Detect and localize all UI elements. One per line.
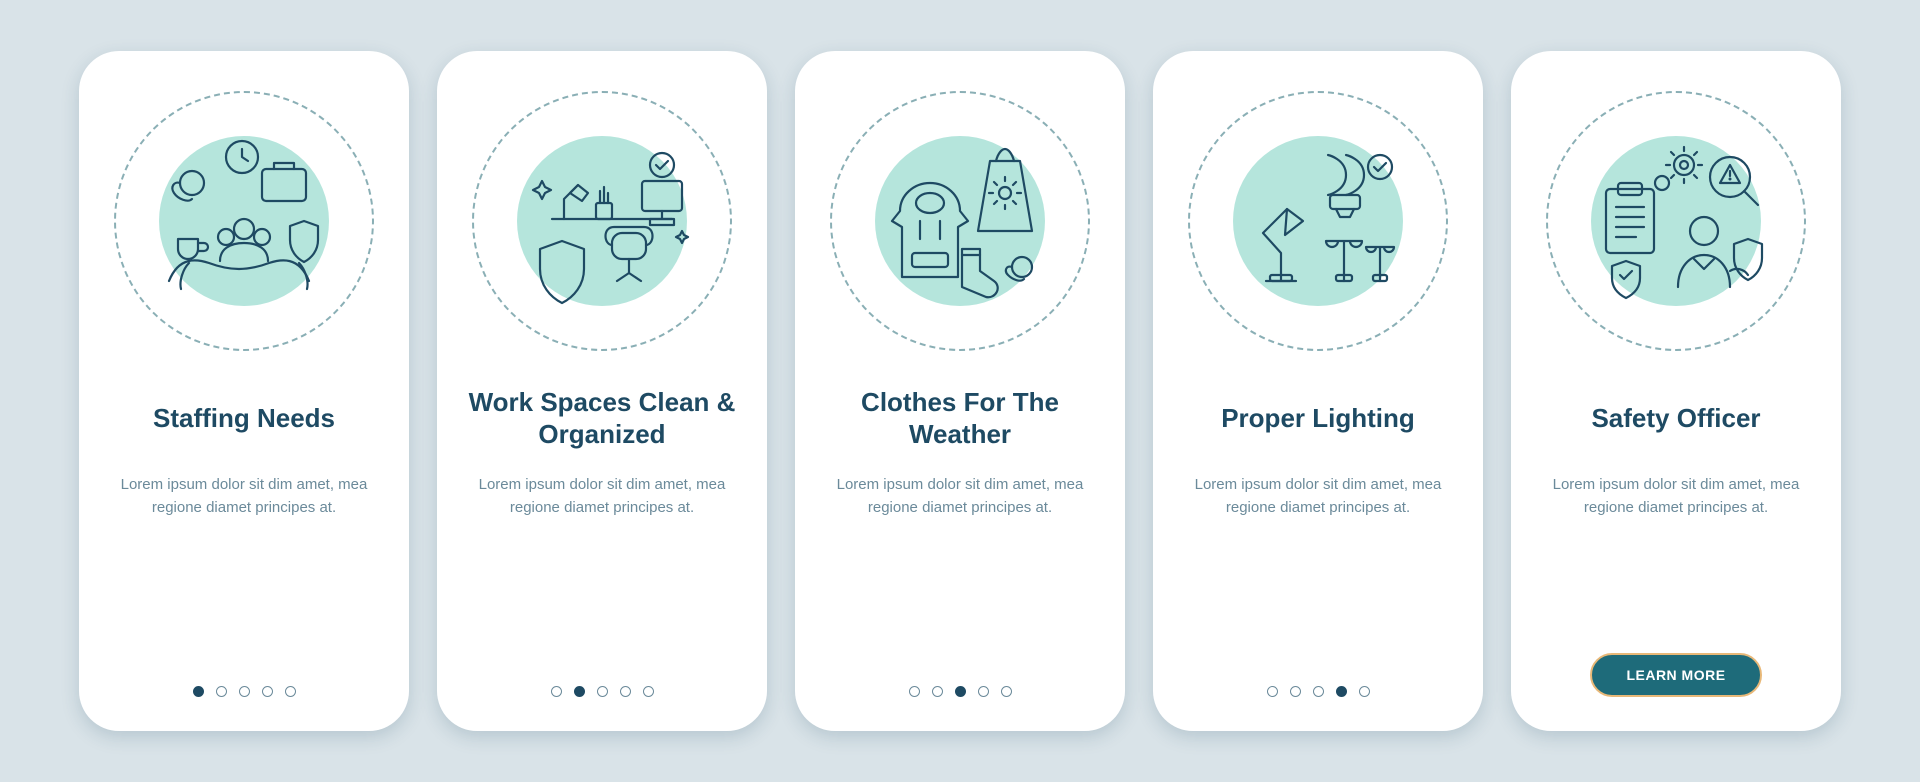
illustration	[1546, 91, 1806, 351]
dot-2[interactable]	[216, 686, 227, 697]
dot-4[interactable]	[262, 686, 273, 697]
card-description: Lorem ipsum dolor sit dim amet, mea regi…	[835, 473, 1085, 520]
onboarding-card-5: Safety Officer Lorem ipsum dolor sit dim…	[1511, 51, 1841, 731]
card-title: Work Spaces Clean & Organized	[465, 385, 739, 451]
pagination-dots	[193, 686, 296, 697]
onboarding-card-1: Staffing Needs Lorem ipsum dolor sit dim…	[79, 51, 409, 731]
dot-2[interactable]	[932, 686, 943, 697]
lighting-icon	[1208, 111, 1428, 331]
onboarding-card-2: Work Spaces Clean & Organized Lorem ipsu…	[437, 51, 767, 731]
dot-2[interactable]	[574, 686, 585, 697]
card-title: Proper Lighting	[1221, 385, 1415, 451]
safety-officer-icon	[1566, 111, 1786, 331]
staffing-needs-icon	[134, 111, 354, 331]
dot-1[interactable]	[1267, 686, 1278, 697]
card-title: Clothes For The Weather	[823, 385, 1097, 451]
weather-clothes-icon	[850, 111, 1070, 331]
dot-2[interactable]	[1290, 686, 1301, 697]
onboarding-card-3: Clothes For The Weather Lorem ipsum dolo…	[795, 51, 1125, 731]
onboarding-card-4: Proper Lighting Lorem ipsum dolor sit di…	[1153, 51, 1483, 731]
pagination-dots	[909, 686, 1012, 697]
illustration	[830, 91, 1090, 351]
dot-4[interactable]	[620, 686, 631, 697]
card-description: Lorem ipsum dolor sit dim amet, mea regi…	[119, 473, 369, 520]
illustration	[1188, 91, 1448, 351]
dot-3[interactable]	[1313, 686, 1324, 697]
learn-more-button[interactable]: LEARN MORE	[1590, 653, 1761, 697]
dot-5[interactable]	[285, 686, 296, 697]
card-title: Safety Officer	[1591, 385, 1760, 451]
dot-5[interactable]	[643, 686, 654, 697]
dot-4[interactable]	[978, 686, 989, 697]
pagination-dots	[1267, 686, 1370, 697]
dot-4[interactable]	[1336, 686, 1347, 697]
dot-3[interactable]	[955, 686, 966, 697]
card-description: Lorem ipsum dolor sit dim amet, mea regi…	[1193, 473, 1443, 520]
card-description: Lorem ipsum dolor sit dim amet, mea regi…	[1551, 473, 1801, 520]
illustration	[114, 91, 374, 351]
illustration	[472, 91, 732, 351]
dot-1[interactable]	[551, 686, 562, 697]
dot-1[interactable]	[909, 686, 920, 697]
dot-5[interactable]	[1001, 686, 1012, 697]
pagination-dots	[551, 686, 654, 697]
card-description: Lorem ipsum dolor sit dim amet, mea regi…	[477, 473, 727, 520]
card-title: Staffing Needs	[153, 385, 335, 451]
dot-3[interactable]	[239, 686, 250, 697]
dot-1[interactable]	[193, 686, 204, 697]
dot-3[interactable]	[597, 686, 608, 697]
workspace-clean-icon	[492, 111, 712, 331]
dot-5[interactable]	[1359, 686, 1370, 697]
